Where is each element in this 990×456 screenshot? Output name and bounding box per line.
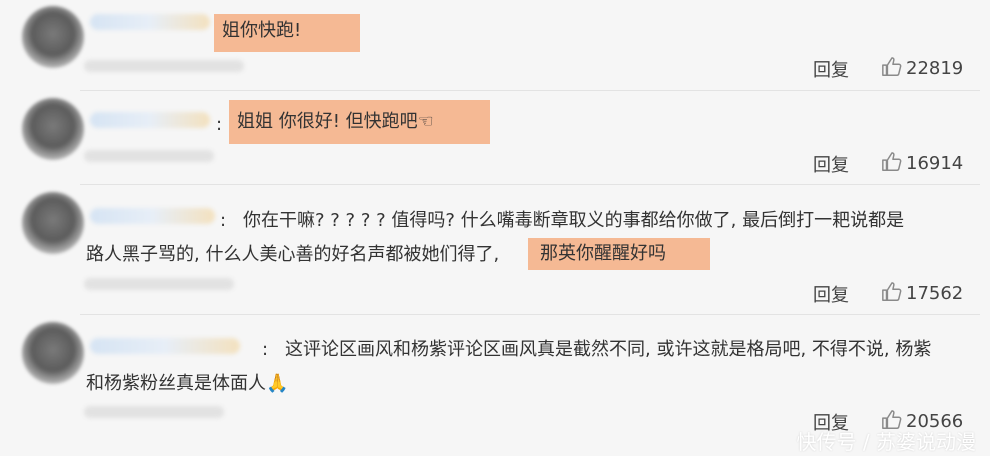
username[interactable]	[90, 14, 210, 30]
colon: :	[220, 210, 227, 231]
like-count: 17562	[906, 283, 964, 304]
thumbs-up-icon[interactable]	[881, 281, 903, 303]
comment-text: 和杨紫粉丝真是体面人🙏	[86, 373, 289, 394]
like-count: 16914	[906, 153, 964, 174]
highlighted-comment-text: 那英你醒醒好吗	[528, 238, 710, 270]
watermark: 快传号 / 苏婆说动漫	[796, 430, 976, 454]
divider	[80, 90, 980, 91]
comment-meta	[84, 60, 244, 72]
avatar[interactable]	[22, 98, 84, 160]
like-count: 22819	[906, 58, 964, 79]
avatar[interactable]	[22, 192, 84, 254]
comment-text: 这评论区画风和杨紫评论区画风真是截然不同, 或许这就是格局吧, 不得不说, 杨紫	[285, 339, 932, 360]
divider	[80, 314, 980, 315]
highlighted-comment-text: 姐姐 你很好! 但快跑吧☜	[229, 100, 490, 144]
thumbs-up-icon[interactable]	[881, 151, 903, 173]
thumbs-up-icon[interactable]	[881, 56, 903, 78]
comment-text: 你在干嘛? ? ? ? ? 值得吗? 什么嘴毒断章取义的事都给你做了, 最后倒打…	[243, 210, 905, 231]
comment-text: 路人黑子骂的, 什么人美心善的好名声都被她们得了,	[86, 244, 500, 265]
reply-button[interactable]: 回复	[813, 281, 849, 307]
avatar[interactable]	[22, 322, 84, 384]
comment-meta	[84, 278, 234, 290]
divider	[80, 184, 980, 185]
avatar[interactable]	[22, 6, 84, 68]
username[interactable]	[90, 338, 240, 354]
colon: :	[262, 339, 269, 360]
username[interactable]	[90, 208, 215, 224]
username[interactable]	[90, 112, 210, 128]
reply-button[interactable]: 回复	[813, 56, 849, 82]
comment-meta	[84, 406, 224, 418]
reply-button[interactable]: 回复	[813, 151, 849, 177]
highlighted-comment-text: 姐你快跑!	[214, 14, 360, 52]
comment-meta	[84, 150, 214, 162]
colon: :	[216, 114, 223, 135]
